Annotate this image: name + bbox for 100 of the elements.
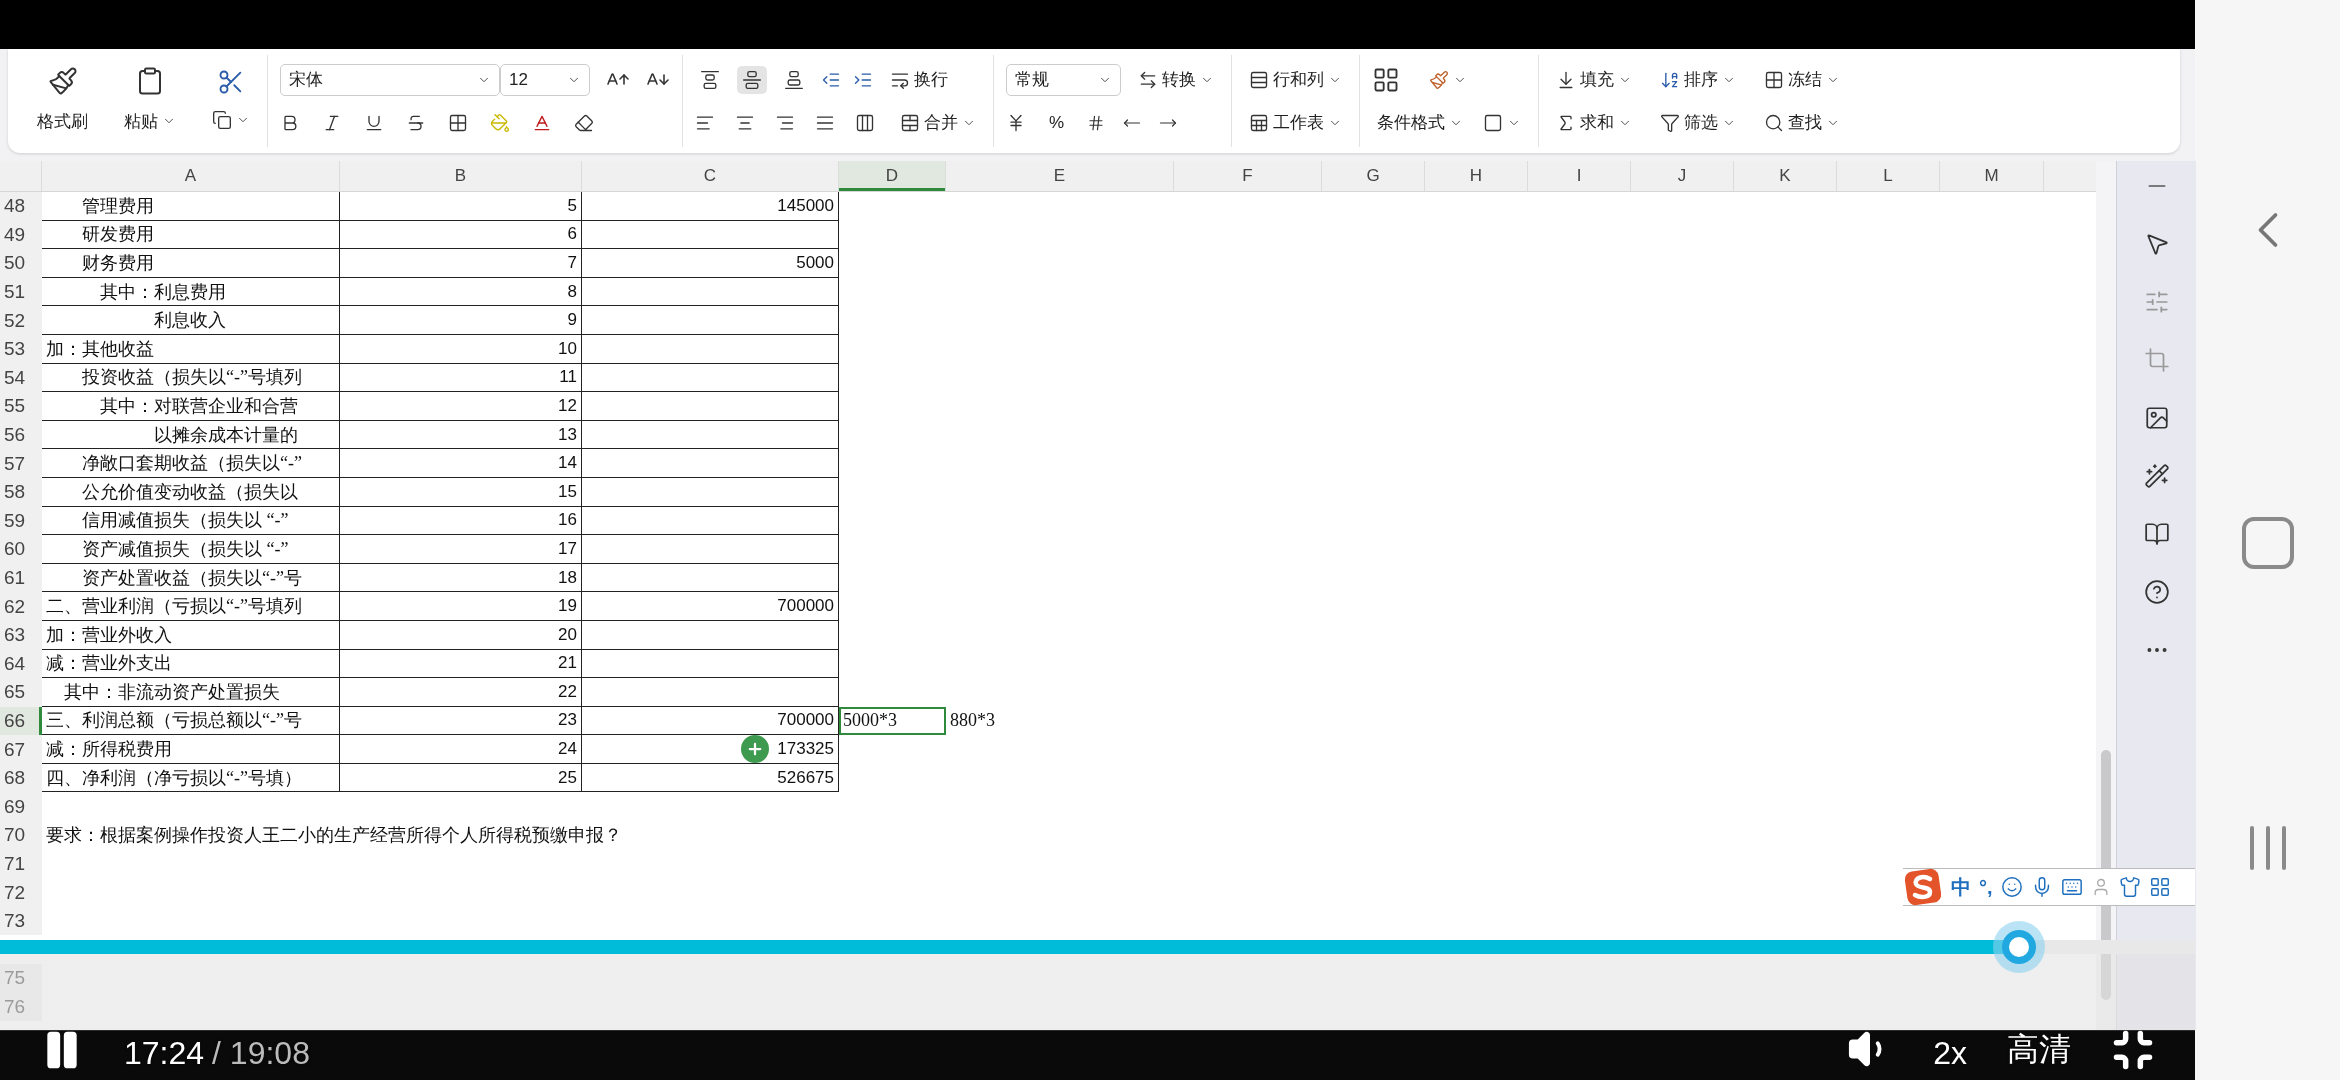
editing-button[interactable]: 查找 bbox=[1759, 107, 1845, 138]
convert-button[interactable]: 转换 bbox=[1133, 64, 1219, 95]
wrap-text-button[interactable]: 换行 bbox=[885, 64, 953, 95]
table-cell: 5 bbox=[340, 192, 582, 221]
row-header[interactable]: 59 bbox=[0, 506, 42, 536]
table-cell-text: 880*3 bbox=[949, 709, 996, 733]
column-header[interactable]: M bbox=[1940, 161, 2044, 191]
row-header[interactable]: 56 bbox=[0, 420, 42, 450]
row-header[interactable]: 54 bbox=[0, 363, 42, 393]
help-icon[interactable] bbox=[2143, 579, 2170, 605]
column-header[interactable]: E bbox=[946, 161, 1174, 191]
wand-icon[interactable] bbox=[2143, 463, 2170, 489]
table-cell: 173325 bbox=[582, 735, 839, 765]
column-header[interactable]: L bbox=[1837, 161, 1940, 191]
image-icon[interactable] bbox=[2143, 405, 2170, 431]
column-header[interactable]: G bbox=[1322, 161, 1425, 191]
filter-icon bbox=[1660, 112, 1680, 133]
copy-icon[interactable] bbox=[212, 110, 232, 130]
thousands-icon[interactable] bbox=[1087, 113, 1106, 132]
row-header[interactable]: 68 bbox=[0, 763, 42, 793]
paste-button[interactable]: 粘贴 bbox=[119, 105, 181, 137]
worksheet-button[interactable]: 工作表 bbox=[1244, 107, 1347, 138]
row-header[interactable]: 70 bbox=[0, 821, 42, 850]
book-search-icon[interactable] bbox=[2143, 521, 2170, 547]
speed-button[interactable]: 2x bbox=[1933, 1035, 1967, 1072]
keyboard-icon[interactable] bbox=[2060, 876, 2083, 898]
editing-button[interactable]: 冻结 bbox=[1759, 64, 1845, 95]
row-header[interactable]: 64 bbox=[0, 649, 42, 679]
row-header[interactable]: 58 bbox=[0, 477, 42, 507]
column-header[interactable]: F bbox=[1174, 161, 1322, 191]
row-header[interactable]: 73 bbox=[0, 906, 42, 936]
table-cell: 二、营业利润（亏损以“-”号填列 bbox=[42, 592, 340, 621]
row-header[interactable]: 57 bbox=[0, 449, 42, 478]
row-header[interactable]: 61 bbox=[0, 563, 42, 593]
row-header[interactable]: 71 bbox=[0, 849, 42, 879]
editing-button[interactable]: 求和 bbox=[1551, 107, 1637, 138]
eraser-icon[interactable] bbox=[574, 112, 594, 133]
column-header[interactable]: A bbox=[42, 161, 340, 191]
column-header[interactable]: H bbox=[1425, 161, 1528, 191]
row-header[interactable]: 53 bbox=[0, 334, 42, 364]
smile-icon[interactable] bbox=[2000, 876, 2023, 898]
row-header[interactable]: 69 bbox=[0, 792, 42, 822]
font-select[interactable]: 宋体 bbox=[280, 63, 500, 96]
ime-mode[interactable]: 中 bbox=[1951, 873, 1971, 901]
row-header[interactable]: 48 bbox=[0, 192, 42, 221]
fill-color-icon[interactable] bbox=[490, 112, 510, 133]
active-cell: 5000*3 bbox=[839, 706, 946, 736]
row-header[interactable]: 63 bbox=[0, 620, 42, 650]
merge-button[interactable]: 合并 bbox=[895, 107, 981, 138]
grid-icon[interactable] bbox=[2148, 876, 2171, 898]
logo-icon[interactable] bbox=[1903, 867, 1943, 907]
row-header[interactable]: 51 bbox=[0, 277, 42, 307]
row-header[interactable]: 66 bbox=[0, 706, 42, 736]
progress-handle[interactable] bbox=[1993, 921, 2046, 973]
column-header[interactable]: K bbox=[1734, 161, 1837, 191]
table-cell: 700000 bbox=[582, 706, 839, 736]
quality-button[interactable]: 高清 bbox=[2007, 1028, 2071, 1072]
table-cell: 以摊余成本计量的 bbox=[42, 420, 340, 450]
editing-button[interactable]: 填充 bbox=[1551, 64, 1637, 95]
column-header[interactable]: I bbox=[1528, 161, 1631, 191]
editing-button[interactable]: 筛选 bbox=[1655, 107, 1741, 138]
exit-fullscreen-button[interactable] bbox=[2111, 1028, 2155, 1072]
brush-icon[interactable] bbox=[47, 65, 78, 96]
distribute-icon[interactable] bbox=[855, 112, 875, 133]
table-cell: 四、净利润（净亏损以“-”号填） bbox=[42, 763, 340, 793]
ime-punctuation[interactable]: °, bbox=[1979, 875, 1993, 899]
row-header[interactable]: 67 bbox=[0, 735, 42, 765]
row-header[interactable]: 72 bbox=[0, 878, 42, 907]
row-header[interactable]: 50 bbox=[0, 249, 42, 278]
number-format-select[interactable]: 常规 bbox=[1006, 63, 1121, 96]
conditional-format-button[interactable]: 条件格式 bbox=[1372, 107, 1468, 138]
scrollbar[interactable] bbox=[2096, 161, 2116, 1030]
sliders-icon[interactable] bbox=[2143, 289, 2170, 315]
table-cell: 三、利润总额（亏损总额以“-”号 bbox=[42, 706, 340, 736]
table-cell: 19 bbox=[340, 592, 582, 621]
table-cell: 145000 bbox=[582, 192, 839, 221]
table-cell: 信用减值损失（损失以 “-” bbox=[42, 506, 340, 536]
column-header[interactable]: B bbox=[340, 161, 582, 191]
column-header[interactable]: D bbox=[839, 161, 946, 191]
row-header[interactable]: 62 bbox=[0, 592, 42, 621]
row-header[interactable]: 49 bbox=[0, 220, 42, 250]
font-size-select[interactable]: 12 bbox=[500, 63, 590, 96]
percent-button[interactable]: % bbox=[1044, 108, 1070, 137]
table-cell: 6 bbox=[340, 220, 582, 250]
editing-button[interactable]: 排序 bbox=[1655, 64, 1741, 95]
row-header[interactable]: 65 bbox=[0, 678, 42, 707]
worksheet-icon bbox=[1249, 112, 1269, 133]
home-button[interactable] bbox=[2241, 517, 2294, 569]
table-cell: 8 bbox=[340, 277, 582, 307]
rows-columns-button[interactable]: 行和列 bbox=[1244, 64, 1347, 95]
table-cell: 11 bbox=[340, 363, 582, 393]
vertical-align-button[interactable] bbox=[737, 65, 767, 94]
format-painter-button[interactable]: 格式刷 bbox=[32, 105, 93, 137]
row-header[interactable]: 60 bbox=[0, 535, 42, 564]
border-icon[interactable] bbox=[448, 112, 468, 133]
column-header[interactable]: J bbox=[1631, 161, 1734, 191]
row-header[interactable]: 52 bbox=[0, 306, 42, 335]
shirt-icon[interactable] bbox=[2118, 876, 2141, 898]
recents-button[interactable] bbox=[2249, 826, 2286, 870]
row-header[interactable]: 55 bbox=[0, 392, 42, 421]
